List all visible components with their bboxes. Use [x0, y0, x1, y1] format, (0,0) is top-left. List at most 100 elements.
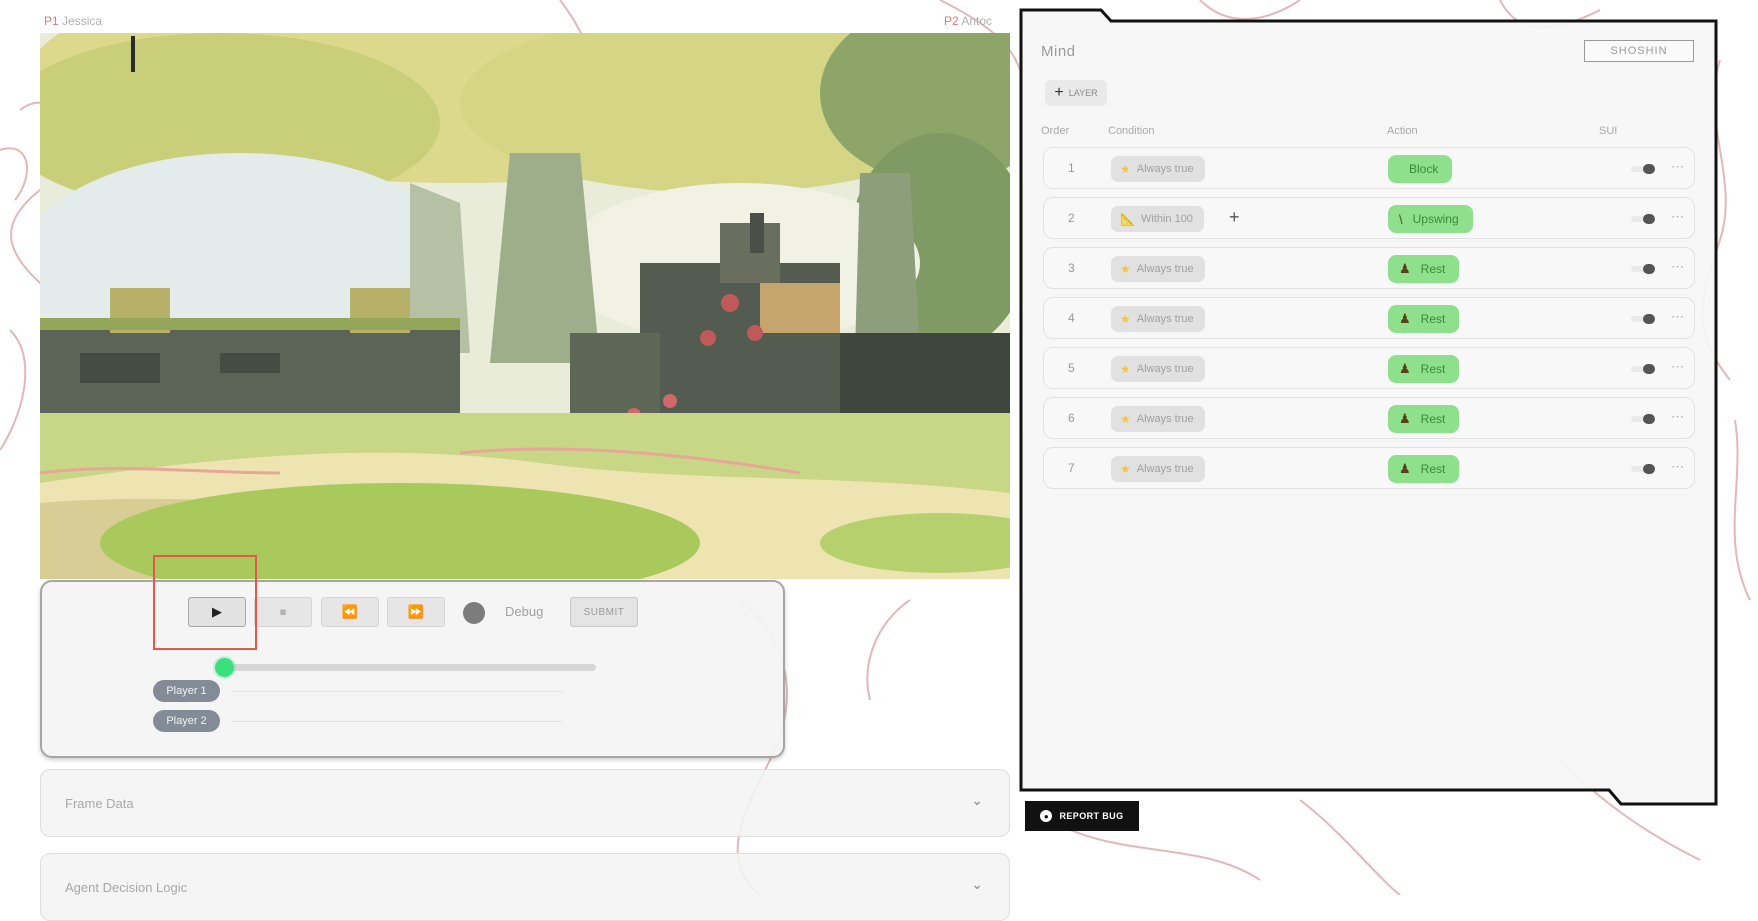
- report-bug-button[interactable]: ● REPORT BUG: [1025, 801, 1139, 831]
- action-label: Rest: [1420, 362, 1446, 376]
- condition-label: Always true: [1136, 263, 1194, 275]
- condition-label: Within 100: [1140, 213, 1193, 225]
- add-condition-icon[interactable]: +: [1229, 207, 1240, 228]
- action-pill[interactable]: \ Upswing: [1388, 205, 1473, 233]
- agent-decision-logic-accordion[interactable]: Agent Decision Logic ⌄: [40, 853, 1010, 921]
- rule-row[interactable]: 7 ★ Always true ♟ Rest ⋯: [1043, 447, 1695, 489]
- row-menu-icon[interactable]: ⋯: [1671, 309, 1684, 325]
- forest-ruins-scene: [40, 33, 1010, 579]
- action-pill[interactable]: ♟ Rest: [1388, 355, 1460, 383]
- action-pill[interactable]: ♟ Rest: [1388, 455, 1460, 483]
- sui-toggle[interactable]: [1631, 164, 1657, 174]
- player1-track: [232, 691, 562, 692]
- action-label: Rest: [1420, 312, 1446, 326]
- row-menu-icon[interactable]: ⋯: [1671, 209, 1684, 225]
- bag-icon: ♟: [1399, 361, 1411, 376]
- highlight-box: [153, 555, 257, 650]
- star-icon: ★: [1120, 312, 1131, 326]
- sui-toggle[interactable]: [1631, 214, 1657, 224]
- plus-icon: +: [1054, 84, 1064, 101]
- condition-pill[interactable]: 📐 Within 100: [1111, 206, 1204, 232]
- debug-toggle[interactable]: [463, 602, 485, 624]
- rule-order: 6: [1068, 411, 1075, 425]
- condition-label: Always true: [1136, 413, 1194, 425]
- chevron-down-icon: ⌄: [971, 792, 983, 808]
- column-action: Action: [1387, 125, 1418, 137]
- sui-toggle[interactable]: [1631, 414, 1657, 424]
- action-pill[interactable]: ♟ Rest: [1388, 305, 1460, 333]
- rule-row[interactable]: 2 📐 Within 100 + \ Upswing ⋯: [1043, 197, 1695, 239]
- shoshin-button[interactable]: SHOSHIN: [1584, 40, 1694, 62]
- mind-title: Mind: [1041, 43, 1076, 60]
- rule-order: 3: [1068, 261, 1075, 275]
- sui-toggle[interactable]: [1631, 314, 1657, 324]
- step-forward-button[interactable]: ⏩: [387, 597, 445, 627]
- row-menu-icon[interactable]: ⋯: [1671, 459, 1684, 475]
- frame-data-title: Frame Data: [65, 796, 134, 811]
- condition-pill[interactable]: ★ Always true: [1111, 406, 1205, 432]
- step-back-icon: ⏪: [341, 604, 359, 619]
- agent-decision-logic-title: Agent Decision Logic: [65, 880, 188, 895]
- condition-label: Always true: [1136, 363, 1194, 375]
- action-label: Rest: [1420, 262, 1446, 276]
- sui-toggle[interactable]: [1631, 264, 1657, 274]
- condition-pill[interactable]: ★ Always true: [1111, 356, 1205, 382]
- star-icon: ★: [1120, 362, 1131, 376]
- player1-name: Jessica: [62, 14, 103, 28]
- condition-label: Always true: [1136, 163, 1194, 175]
- column-sui: SUI: [1599, 125, 1618, 137]
- timeline-slider[interactable]: [222, 664, 596, 671]
- action-label: Rest: [1420, 462, 1446, 476]
- star-icon: ★: [1120, 412, 1131, 426]
- action-pill[interactable]: ♟ Rest: [1388, 405, 1460, 433]
- player2-chip: Player 2: [153, 710, 220, 732]
- action-label: Rest: [1420, 412, 1446, 426]
- hp-marker: [131, 36, 135, 72]
- bag-icon: ♟: [1399, 261, 1411, 276]
- condition-pill[interactable]: ★ Always true: [1111, 456, 1205, 482]
- rule-order: 7: [1068, 461, 1075, 475]
- stop-button[interactable]: ⏹: [254, 597, 312, 627]
- player1-chip: Player 1: [153, 680, 220, 702]
- rule-order: 2: [1068, 211, 1075, 225]
- player2-tag: P2: [944, 14, 959, 28]
- player2-name: Antoc: [961, 14, 993, 28]
- action-pill[interactable]: ♟ Rest: [1388, 255, 1460, 283]
- player2-label: P2 Antoc: [944, 14, 992, 28]
- rule-row[interactable]: 6 ★ Always true ♟ Rest ⋯: [1043, 397, 1695, 439]
- condition-pill[interactable]: ★ Always true: [1111, 256, 1205, 282]
- step-back-button[interactable]: ⏪: [321, 597, 379, 627]
- step-forward-icon: ⏩: [407, 604, 425, 619]
- condition-pill[interactable]: ★ Always true: [1111, 306, 1205, 332]
- star-icon: ★: [1120, 262, 1131, 276]
- report-bug-label: REPORT BUG: [1059, 811, 1124, 821]
- rule-row[interactable]: 3 ★ Always true ♟ Rest ⋯: [1043, 247, 1695, 289]
- row-menu-icon[interactable]: ⋯: [1671, 259, 1684, 275]
- row-menu-icon[interactable]: ⋯: [1671, 159, 1684, 175]
- rule-row[interactable]: 4 ★ Always true ♟ Rest ⋯: [1043, 297, 1695, 339]
- bag-icon: ♟: [1399, 411, 1411, 426]
- condition-pill[interactable]: ★ Always true: [1111, 156, 1205, 182]
- action-pill[interactable]: Block: [1388, 155, 1453, 183]
- rule-row[interactable]: 1 ★ Always true Block ⋯: [1043, 147, 1695, 189]
- star-icon: ★: [1120, 462, 1131, 476]
- mind-panel: Mind SHOSHIN + LAYER Order Condition Act…: [1019, 8, 1719, 806]
- timeline-thumb[interactable]: [215, 658, 234, 677]
- debug-label: Debug: [505, 604, 544, 619]
- sui-toggle[interactable]: [1631, 364, 1657, 374]
- sui-toggle[interactable]: [1631, 464, 1657, 474]
- submit-button[interactable]: SUBMIT: [570, 597, 638, 627]
- add-layer-label: LAYER: [1068, 88, 1098, 98]
- add-layer-button[interactable]: + LAYER: [1045, 80, 1107, 106]
- row-menu-icon[interactable]: ⋯: [1671, 359, 1684, 375]
- player1-label: P1 Jessica: [44, 14, 102, 28]
- rule-row[interactable]: 5 ★ Always true ♟ Rest ⋯: [1043, 347, 1695, 389]
- player1-tag: P1: [44, 14, 59, 28]
- action-label: Upswing: [1412, 212, 1459, 226]
- bag-icon: ♟: [1399, 461, 1411, 476]
- rule-order: 5: [1068, 361, 1075, 375]
- frame-data-accordion[interactable]: Frame Data ⌄: [40, 769, 1010, 837]
- row-menu-icon[interactable]: ⋯: [1671, 409, 1684, 425]
- column-order: Order: [1041, 125, 1070, 137]
- action-label: Block: [1409, 162, 1439, 176]
